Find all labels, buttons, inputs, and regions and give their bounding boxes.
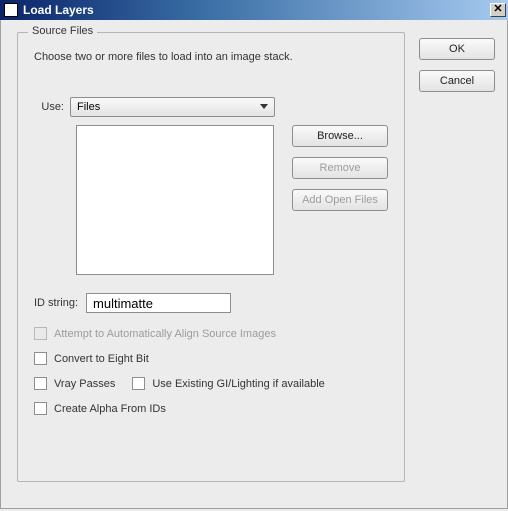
auto-align-label: Attempt to Automatically Align Source Im… (54, 328, 276, 340)
use-label: Use: (34, 101, 70, 113)
group-legend: Source Files (28, 25, 97, 37)
cancel-button[interactable]: Cancel (419, 70, 495, 92)
id-string-label: ID string: (34, 297, 78, 309)
create-alpha-checkbox[interactable] (34, 402, 47, 415)
app-icon (4, 3, 18, 17)
vray-passes-row: Vray Passes (34, 377, 115, 390)
auto-align-checkbox (34, 327, 47, 340)
use-existing-gi-row: Use Existing GI/Lighting if available (132, 377, 324, 390)
id-string-input[interactable] (86, 293, 231, 313)
vray-passes-label: Vray Passes (54, 378, 115, 390)
use-select[interactable]: Files (70, 97, 275, 117)
id-string-row: ID string: (34, 293, 388, 313)
eight-bit-label: Convert to Eight Bit (54, 353, 149, 365)
list-row: Browse... Remove Add Open Files (34, 125, 388, 293)
remove-button[interactable]: Remove (292, 157, 388, 179)
list-side-buttons: Browse... Remove Add Open Files (292, 125, 388, 211)
files-listbox[interactable] (76, 125, 274, 275)
close-icon[interactable]: ✕ (490, 3, 506, 17)
use-select-value: Files (77, 101, 100, 113)
use-existing-gi-checkbox[interactable] (132, 377, 145, 390)
use-row: Use: Files (34, 97, 388, 117)
create-alpha-row: Create Alpha From IDs (34, 402, 388, 415)
vray-gi-row: Vray Passes Use Existing GI/Lighting if … (34, 377, 388, 390)
vray-passes-checkbox[interactable] (34, 377, 47, 390)
ok-button[interactable]: OK (419, 38, 495, 60)
chevron-down-icon (260, 104, 268, 109)
window-title: Load Layers (23, 3, 490, 17)
eight-bit-row: Convert to Eight Bit (34, 352, 388, 365)
add-open-files-button[interactable]: Add Open Files (292, 189, 388, 211)
auto-align-row: Attempt to Automatically Align Source Im… (34, 327, 388, 340)
source-files-group: Source Files Choose two or more files to… (17, 32, 405, 482)
titlebar: Load Layers ✕ (0, 0, 508, 20)
browse-button[interactable]: Browse... (292, 125, 388, 147)
right-button-panel: OK Cancel (419, 32, 495, 92)
group-description: Choose two or more files to load into an… (34, 51, 388, 63)
create-alpha-label: Create Alpha From IDs (54, 403, 166, 415)
eight-bit-checkbox[interactable] (34, 352, 47, 365)
dialog-body: Source Files Choose two or more files to… (0, 20, 508, 509)
use-existing-gi-label: Use Existing GI/Lighting if available (152, 378, 324, 390)
